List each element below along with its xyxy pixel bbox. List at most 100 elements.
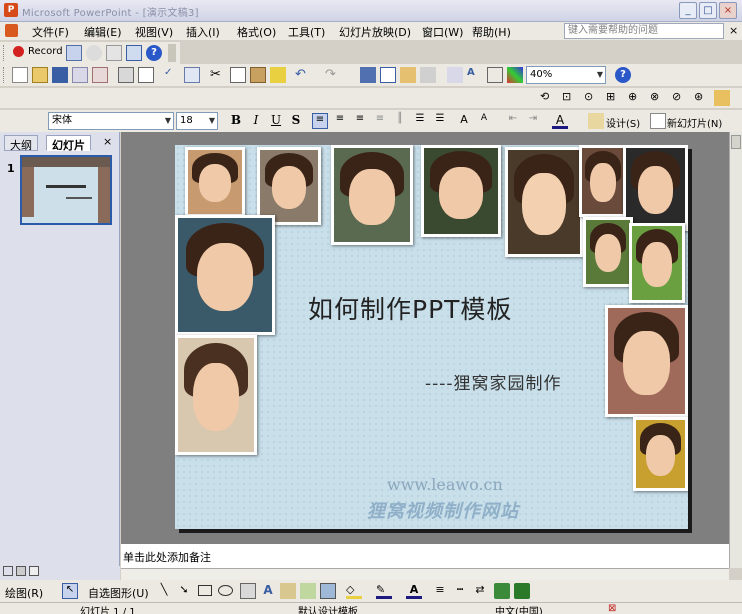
decrease-indent-icon[interactable]: ⇤ [505, 113, 521, 129]
increase-font-icon[interactable]: A [456, 113, 472, 129]
share-icon[interactable] [126, 45, 142, 61]
slide-sorter-icon[interactable] [16, 566, 26, 576]
shadow-style-icon[interactable] [494, 583, 510, 599]
close-icon[interactable]: × [103, 135, 112, 148]
bullets-icon[interactable]: ☰ [432, 113, 448, 129]
print-preview-icon[interactable] [138, 67, 154, 83]
cut-icon[interactable]: ✂ [210, 67, 226, 83]
more-tools-icon[interactable] [714, 90, 730, 106]
save-icon[interactable] [52, 67, 68, 83]
wordart-icon[interactable]: A [260, 583, 276, 599]
design-button[interactable]: 设计(S) [606, 115, 640, 130]
show-formatting-icon[interactable]: A [467, 67, 483, 83]
permission-icon[interactable] [72, 67, 88, 83]
textbox-icon[interactable] [240, 583, 256, 599]
new-slide-button[interactable]: 新幻灯片(N) [667, 115, 722, 130]
rectangle-icon[interactable] [198, 585, 212, 596]
line-icon[interactable]: ╲ [156, 583, 172, 599]
diagram-icon[interactable] [280, 583, 296, 599]
order-icon[interactable]: ⊛ [694, 90, 710, 106]
font-color-icon[interactable]: A [552, 113, 568, 129]
print-icon[interactable] [118, 67, 134, 83]
draw-menu-button[interactable]: 绘图(R) [5, 585, 43, 601]
menu-help[interactable]: 帮助(H) [472, 24, 511, 40]
toolbar-grip[interactable] [3, 45, 6, 61]
picture-icon[interactable] [320, 583, 336, 599]
bold-button[interactable]: B [228, 113, 244, 129]
minimize-button[interactable]: _ [679, 2, 697, 19]
numbering-icon[interactable]: ☰ [412, 113, 428, 129]
spelling-status-icon[interactable]: ⊠ [608, 603, 616, 614]
horizontal-scrollbar[interactable] [121, 568, 729, 580]
tables-borders-icon[interactable] [400, 67, 416, 83]
menu-tools[interactable]: 工具(T) [288, 24, 325, 40]
shadow-button[interactable]: S [288, 113, 304, 129]
align-center-icon[interactable]: ≡ [332, 113, 348, 129]
undo-icon[interactable]: ↶ [295, 67, 311, 83]
show-grid-icon[interactable] [487, 67, 503, 83]
toolbar-options-icon[interactable] [168, 44, 176, 62]
fill-color-icon[interactable]: ◇ [346, 583, 362, 599]
columns-icon[interactable]: ║ [392, 113, 408, 129]
select-arrow-icon[interactable]: ↖ [62, 583, 78, 599]
redo-icon[interactable]: ↷ [325, 67, 341, 83]
notes-pane[interactable]: 单击此处添加备注 [121, 542, 729, 568]
vertical-scrollbar[interactable] [729, 132, 742, 568]
insert-chart-icon[interactable] [360, 67, 376, 83]
open-folder-icon[interactable] [32, 67, 48, 83]
paste-icon[interactable] [250, 67, 266, 83]
slideshow-icon[interactable] [29, 566, 39, 576]
decrease-font-icon[interactable]: A [476, 113, 492, 129]
powerpoint-app-icon[interactable]: P [4, 3, 18, 17]
help-icon[interactable]: ? [146, 45, 162, 61]
email-icon[interactable] [92, 67, 108, 83]
help-search-input[interactable]: 键入需要帮助的问题 [564, 23, 724, 39]
distribute-icon[interactable]: ⊗ [650, 90, 666, 106]
rotate-icon[interactable]: ⟲ [540, 90, 556, 106]
insert-hyperlink-icon[interactable] [420, 67, 436, 83]
italic-button[interactable]: I [248, 113, 264, 129]
distribute-text-icon[interactable]: ≡ [372, 113, 388, 129]
adjust-icon[interactable]: ⊙ [584, 90, 600, 106]
screen-icon[interactable] [106, 45, 122, 61]
toolbar-grip[interactable] [3, 67, 6, 83]
arrange-icon[interactable]: ⊕ [628, 90, 644, 106]
line-style-icon[interactable]: ≡ [432, 583, 448, 599]
slide-thumbnail[interactable] [20, 155, 112, 225]
help-icon[interactable]: ? [615, 67, 631, 83]
align-right-icon[interactable]: ≡ [352, 113, 368, 129]
menu-slideshow[interactable]: 幻灯片放映(D) [339, 24, 411, 40]
copy-icon[interactable] [230, 67, 246, 83]
pen-tool-icon[interactable] [66, 45, 82, 61]
connector-icon[interactable]: ⊡ [562, 90, 578, 106]
expand-all-icon[interactable] [447, 67, 463, 83]
normal-view-icon[interactable] [3, 566, 13, 576]
tab-slides[interactable]: 幻灯片 [46, 135, 91, 152]
3d-style-icon[interactable] [514, 583, 530, 599]
scroll-up-icon[interactable] [731, 135, 741, 149]
arrow-icon[interactable]: ➘ [176, 583, 192, 599]
menu-window[interactable]: 窗口(W) [422, 24, 463, 40]
format-painter-icon[interactable] [270, 67, 286, 83]
oval-icon[interactable] [218, 585, 233, 596]
spelling-icon[interactable]: ✓ [164, 67, 180, 83]
font-color-icon[interactable]: A [406, 583, 422, 599]
zoom-select[interactable]: 40% ▼ [526, 66, 606, 84]
dash-style-icon[interactable]: ┅ [452, 583, 468, 599]
tab-outline[interactable]: 大纲 [4, 135, 38, 152]
arrow-style-icon[interactable]: ⇄ [472, 583, 488, 599]
close-button[interactable]: × [719, 2, 737, 19]
document-icon[interactable] [5, 24, 18, 37]
autoshapes-button[interactable]: 自选图形(U) [88, 585, 149, 601]
menu-format[interactable]: 格式(O) [237, 24, 276, 40]
new-file-icon[interactable] [12, 67, 28, 83]
clipart-icon[interactable] [300, 583, 316, 599]
increase-indent-icon[interactable]: ⇥ [525, 113, 541, 129]
research-icon[interactable] [184, 67, 200, 83]
underline-button[interactable]: U [268, 113, 284, 129]
group-icon[interactable]: ⊞ [606, 90, 622, 106]
menu-file[interactable]: 文件(F) [32, 24, 69, 40]
menu-view[interactable]: 视图(V) [135, 24, 173, 40]
flip-icon[interactable]: ⊘ [672, 90, 688, 106]
menu-edit[interactable]: 编辑(E) [84, 24, 122, 40]
